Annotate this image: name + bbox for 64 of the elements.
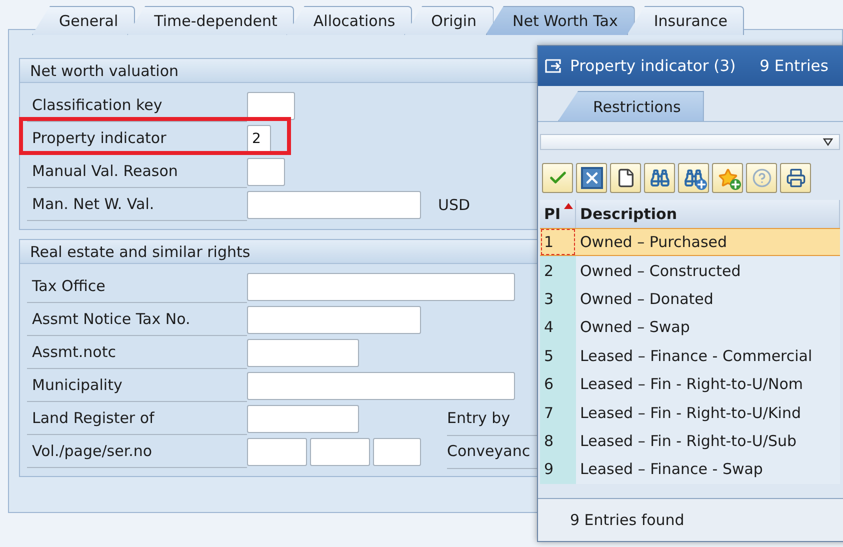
table-cell[interactable]: 9 — [540, 455, 576, 484]
table-cell[interactable]: 3 — [540, 284, 576, 314]
table-cell[interactable]: 1 — [540, 228, 576, 256]
dialog-title: Property indicator (3) — [570, 57, 736, 75]
check-button[interactable] — [542, 163, 573, 193]
tab[interactable]: Restrictions — [558, 91, 704, 121]
table-cell[interactable]: 5 — [540, 342, 576, 370]
table-cell[interactable]: 4 — [540, 313, 576, 342]
help-button[interactable] — [746, 163, 777, 193]
table-cell[interactable]: Leased – Fin - Right-to-U/Kind — [576, 398, 840, 427]
input-field[interactable] — [247, 190, 421, 218]
binoculars-plus-button[interactable] — [678, 163, 709, 193]
input-field[interactable] — [247, 272, 515, 300]
table-cell[interactable]: Owned – Donated — [576, 284, 840, 314]
cancel-icon — [580, 167, 602, 189]
input-field[interactable] — [247, 438, 307, 466]
input-field[interactable] — [310, 438, 370, 466]
input-field[interactable] — [247, 158, 285, 186]
cancel-button[interactable] — [576, 163, 607, 193]
table-cell[interactable]: Leased – Finance - Commercial — [576, 342, 840, 370]
tab[interactable]: Insurance — [626, 6, 744, 35]
tab[interactable]: Origin — [404, 6, 494, 35]
table-cell[interactable]: Leased – Finance - Swap — [576, 455, 840, 484]
tab[interactable]: Net Worth Tax — [486, 6, 635, 35]
table-cell[interactable]: 6 — [540, 370, 576, 398]
help-icon — [752, 168, 772, 188]
input-field[interactable] — [247, 306, 421, 334]
table-cell[interactable]: Owned – Swap — [576, 313, 840, 342]
column-header[interactable]: PI — [540, 200, 576, 228]
binoculars-icon — [684, 168, 704, 188]
field-label: Classification key — [27, 89, 247, 122]
currency-label: USD — [438, 196, 470, 214]
binoculars-button[interactable] — [644, 163, 675, 193]
dropdown-icon — [823, 138, 833, 146]
plus-icon — [696, 179, 706, 190]
input-field[interactable] — [247, 92, 295, 120]
table-cell[interactable]: Owned – Purchased — [576, 228, 840, 256]
sort-icon — [564, 203, 573, 209]
input-field[interactable]: 2 — [247, 124, 271, 152]
table-cell[interactable]: 8 — [540, 426, 576, 456]
restrictions-bar[interactable] — [540, 134, 840, 150]
star-plus-button[interactable] — [712, 163, 743, 193]
binoculars-icon — [650, 168, 670, 188]
input-field[interactable] — [373, 438, 421, 466]
input-field[interactable] — [247, 372, 515, 400]
tab[interactable]: General — [32, 6, 136, 35]
input-field[interactable] — [247, 404, 359, 432]
page-icon — [616, 168, 636, 188]
table-cell[interactable]: 2 — [540, 256, 576, 285]
table-cell[interactable]: Owned – Constructed — [576, 256, 840, 285]
printer-icon — [786, 168, 806, 188]
tab[interactable]: Allocations — [286, 6, 412, 35]
table-cell[interactable]: Leased – Fin - Right-to-U/Nom — [576, 370, 840, 398]
printer-button[interactable] — [780, 163, 811, 193]
entries-count: 9 Entries — [760, 57, 828, 75]
dialog-icon — [544, 58, 564, 74]
table-cell[interactable]: 7 — [540, 398, 576, 427]
tab[interactable]: Time-dependent — [127, 6, 294, 35]
column-header[interactable]: Description — [576, 200, 840, 228]
page-button[interactable] — [610, 163, 641, 193]
plus-icon — [730, 179, 740, 190]
status-text: 9 Entries found — [538, 498, 843, 541]
table-cell[interactable]: Leased – Fin - Right-to-U/Sub — [576, 426, 840, 456]
input-field[interactable] — [247, 338, 359, 366]
